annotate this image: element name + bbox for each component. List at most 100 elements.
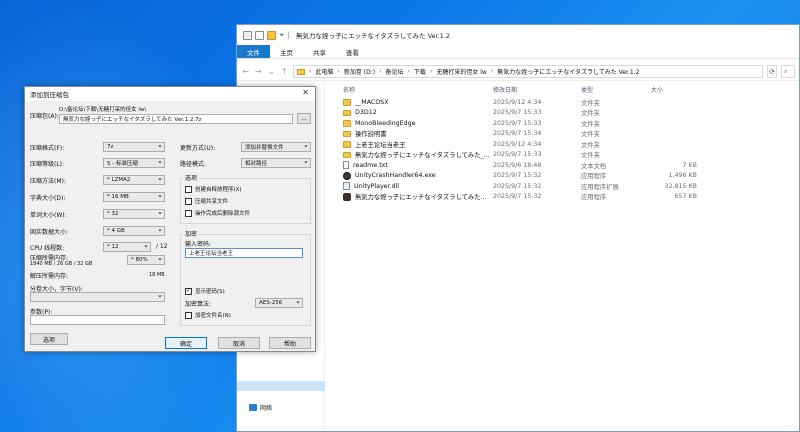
column-date[interactable]: 修改日期 [493, 85, 581, 94]
file-row[interactable]: __MACOSX 2025/9/12 4:34 文件夹 [333, 97, 799, 108]
checkbox-box [185, 185, 192, 193]
column-name[interactable]: 名称 [333, 85, 493, 94]
forward-arrow-icon[interactable]: → [254, 67, 263, 76]
up-arrow-icon[interactable]: ↑ [280, 67, 289, 76]
tab-file[interactable]: 文件 [237, 45, 270, 58]
ok-button[interactable]: 确定 [165, 337, 207, 349]
opt-delete-checkbox[interactable]: 操作完成后删除源文件 [185, 209, 250, 217]
breadcrumb-forum[interactable]: 备论坛 [385, 67, 403, 76]
solid-select[interactable]: * 4 GB ⏷ [103, 226, 165, 236]
back-arrow-icon[interactable]: ← [241, 67, 250, 76]
folder-icon [343, 120, 351, 127]
file-row[interactable]: 操作説明書 2025/9/7 15:34 文件夹 [333, 129, 799, 140]
file-type: 应用程序 [581, 173, 607, 181]
breadcrumb-separator-icon: › [429, 68, 433, 75]
file-type: 应用程序扩展 [581, 183, 619, 191]
file-name-cell: readme.txt [333, 161, 493, 170]
tab-share[interactable]: 共享 [303, 45, 336, 58]
file-size: 7 KB [682, 161, 697, 169]
customize-dropdown-icon[interactable]: ⏷ [279, 31, 285, 40]
browse-button[interactable]: ... [297, 113, 311, 124]
search-box[interactable]: ⌕ [781, 65, 795, 78]
word-value: * 32 [107, 211, 119, 217]
params-input[interactable] [30, 315, 165, 325]
file-date: 2025/9/7 15:32 [493, 182, 542, 190]
file-row[interactable]: D3D12 2025/9/7 15:33 文件夹 [333, 108, 799, 119]
file-row[interactable]: readme.txt 2025/9/6 18:48 文本文档 7 KB [333, 160, 799, 171]
show-password-checkbox[interactable]: ✓ 显示密码(S) [185, 287, 225, 295]
word-select[interactable]: * 32 ⏷ [103, 209, 165, 219]
decomp-value: 18 MB [149, 272, 165, 278]
explorer-body: 网络 名称 修改日期 类型 大小 __MACOSX 2025/9/12 4:34 文… [237, 81, 799, 431]
tab-home[interactable]: 主页 [270, 45, 303, 58]
chevron-down-icon: ⏷ [157, 177, 162, 183]
dict-select[interactable]: * 16 MB ⏷ [103, 192, 165, 202]
file-row[interactable]: MonoBleedingEdge 2025/9/7 15:33 文件夹 [333, 118, 799, 129]
column-size[interactable]: 大小 [651, 85, 701, 94]
file-row[interactable]: 無気力な姪っ子にエッチなイタズラしてみた_... 2025/9/7 15:33 文件… [333, 150, 799, 161]
options-button[interactable]: 选项 [30, 333, 68, 345]
ribbon-tabs: 文件 主页 共享 查看 [237, 45, 799, 59]
opt-sfx-checkbox[interactable]: 创建自释放程序(X) [185, 185, 242, 193]
opt-shared-checkbox[interactable]: 压缩共享文件 [185, 197, 228, 205]
folder-icon [343, 130, 351, 137]
network-icon [249, 404, 257, 411]
breadcrumb-separator-icon: › [379, 68, 382, 75]
breadcrumb-current[interactable]: 無気力な姪っ子にエッチなイタズラしてみた Ver.1.2 [497, 67, 639, 76]
file-type: 文件夹 [581, 110, 600, 118]
pathmode-label: 路径模式: [180, 161, 207, 168]
nav-network-label: 网络 [260, 405, 273, 412]
password-input[interactable]: 上老王论坛当老王 [185, 248, 303, 258]
file-size: 657 KB [674, 193, 697, 201]
enc-method-select[interactable]: AES-256 ⏷ [255, 298, 303, 308]
recent-dropdown-icon[interactable]: ⌄ [267, 67, 276, 76]
tab-view[interactable]: 查看 [336, 45, 369, 58]
dll-icon [343, 182, 350, 191]
split-select[interactable]: ⏷ [30, 292, 165, 302]
close-icon[interactable]: ✕ [302, 88, 309, 97]
breadcrumb-this-pc[interactable]: 此电脑 [315, 67, 333, 76]
file-rows: __MACOSX 2025/9/12 4:34 文件夹 D3D12 2025/9/7 1… [333, 97, 799, 202]
game-exe-icon [343, 192, 351, 201]
archive-name-input[interactable]: 無気力な姪っ子にエッチなイタズラしてみた Ver.1.2.7z [59, 114, 293, 124]
checkbox-box [185, 197, 192, 205]
file-name: D3D12 [355, 109, 377, 117]
new-folder-icon[interactable] [267, 30, 276, 40]
cpu-select[interactable]: * 12 ⏷ [103, 242, 151, 252]
file-type: 文件夹 [581, 120, 600, 128]
folder-icon [343, 109, 351, 116]
file-size: 32,815 KB [664, 182, 697, 190]
file-row[interactable]: 上老王论坛当老王 2025/9/12 4:34 文件夹 [333, 139, 799, 150]
file-row[interactable]: UnityCrashHandler64.exe 2025/9/7 15:32 应用程… [333, 171, 799, 182]
show-password-label: 显示密码(S) [195, 289, 225, 295]
cancel-button[interactable]: 取消 [218, 337, 260, 349]
help-button[interactable]: 帮助 [269, 337, 311, 349]
breadcrumb-downloads[interactable]: 下载 [414, 67, 426, 76]
level-select[interactable]: 5 - 标准压缩 ⏷ [103, 158, 165, 168]
file-name: 無気力な姪っ子にエッチなイタズラしてみた_... [355, 152, 490, 160]
update-select[interactable]: 添加并替换文件 ⏷ [241, 142, 311, 152]
breadcrumb-parent[interactable]: 无糖打采的侄女 lw [436, 67, 486, 76]
chevron-down-icon: ⏷ [157, 228, 162, 234]
nav-item-network[interactable]: 网络 [249, 403, 272, 412]
properties-icon[interactable] [255, 30, 264, 40]
address-bar[interactable]: › 此电脑 › 新加卷 (D:) › 备论坛 › 下载 › 无糖打采的侄女 lw… [293, 65, 763, 78]
encrypt-names-label: 加密文件名(N) [195, 313, 231, 319]
method-select[interactable]: * LZMA2 ⏷ [103, 175, 165, 185]
breadcrumb-drive[interactable]: 新加卷 (D:) [344, 67, 375, 76]
encrypt-names-checkbox[interactable]: 加密文件名(N) [185, 311, 231, 319]
file-name: readme.txt [353, 161, 388, 169]
mem-percent-select[interactable]: * 80% ⏷ [127, 255, 165, 265]
pathmode-select[interactable]: 相对路径 ⏷ [241, 158, 311, 168]
nav-selected-item[interactable] [237, 381, 325, 391]
file-row[interactable]: UnityPlayer.dll 2025/9/7 15:32 应用程序扩展 32,81… [333, 181, 799, 192]
refresh-icon[interactable]: ⟳ [767, 65, 777, 78]
column-type[interactable]: 类型 [581, 85, 651, 94]
format-select[interactable]: 7z ⏷ [103, 142, 165, 152]
explorer-titlebar: ⏷ | 無気力な姪っ子にエッチなイタズラしてみた Ver.1.2 [237, 25, 799, 45]
file-date: 2025/9/7 15:33 [493, 119, 542, 127]
method-label: 压缩方法(M): [30, 178, 66, 185]
file-type: 文件夹 [581, 152, 600, 160]
file-name: 上老王论坛当老王 [355, 141, 406, 149]
file-row[interactable]: 無気力な姪っ子にエッチなイタズラしてみた... 2025/9/7 15:32 应用程… [333, 192, 799, 203]
